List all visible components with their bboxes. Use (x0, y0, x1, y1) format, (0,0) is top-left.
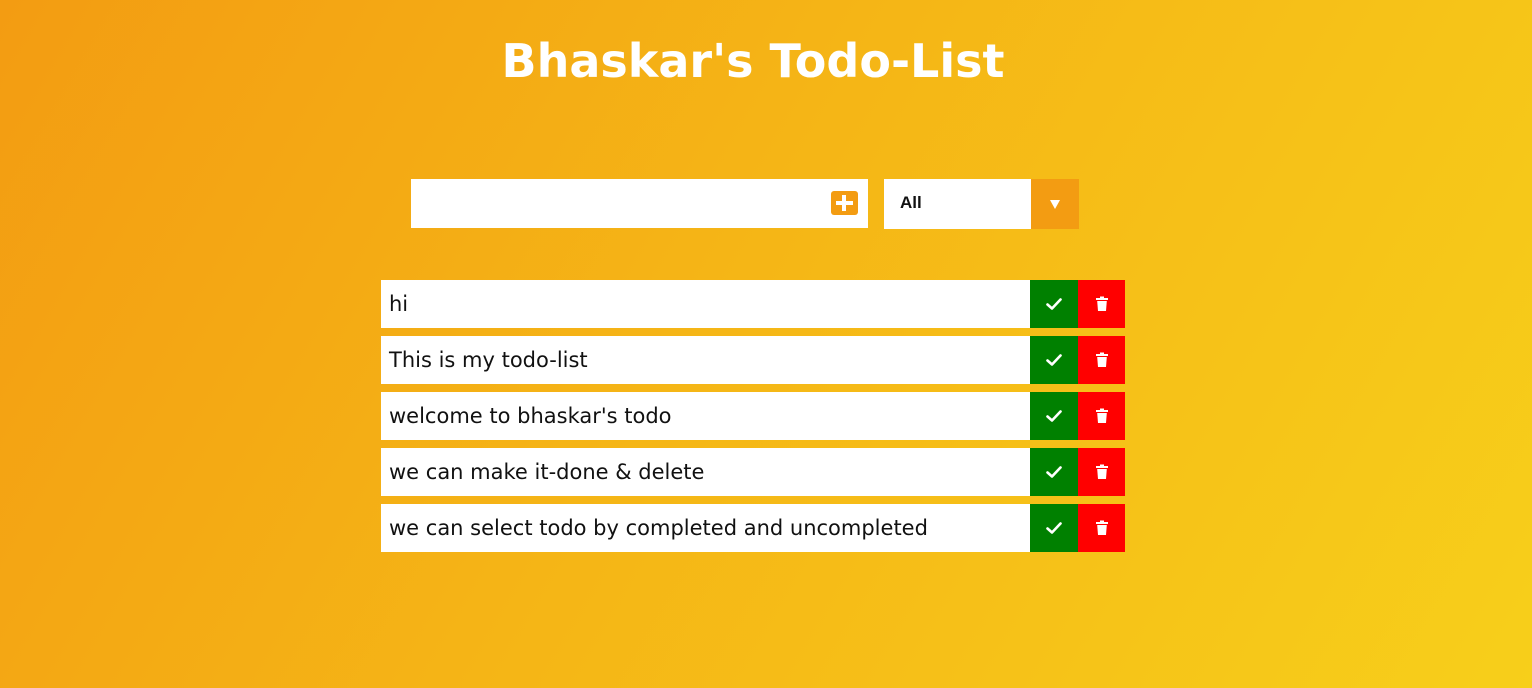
todo-item: we can select todo by completed and unco… (381, 504, 1125, 552)
check-icon (1046, 298, 1062, 310)
trash-icon (1096, 296, 1108, 311)
check-icon (1046, 410, 1062, 422)
complete-button[interactable] (1030, 504, 1078, 552)
todo-input[interactable] (421, 181, 825, 228)
filter-selected-value: All (900, 193, 922, 212)
complete-button[interactable] (1030, 336, 1078, 384)
trash-icon (1096, 352, 1108, 367)
complete-button[interactable] (1030, 448, 1078, 496)
trash-icon (1096, 408, 1108, 423)
todo-item-text: we can make it-done & delete (389, 460, 705, 484)
add-todo-button[interactable] (831, 191, 858, 215)
delete-button[interactable] (1078, 504, 1125, 552)
delete-button[interactable] (1078, 280, 1125, 328)
todo-item-text: This is my todo-list (389, 348, 588, 372)
todo-list: hi This is my todo-list welcome to bhask… (381, 280, 1125, 560)
todo-item: welcome to bhaskar's todo (381, 392, 1125, 440)
trash-icon (1096, 520, 1108, 535)
todo-item-text: welcome to bhaskar's todo (389, 404, 672, 428)
filter-select[interactable]: All (884, 179, 1079, 229)
delete-button[interactable] (1078, 336, 1125, 384)
check-icon (1046, 522, 1062, 534)
todo-item: This is my todo-list (381, 336, 1125, 384)
delete-button[interactable] (1078, 448, 1125, 496)
check-icon (1046, 466, 1062, 478)
todo-item: we can make it-done & delete (381, 448, 1125, 496)
todo-item-text: hi (389, 292, 409, 316)
todo-item-text: we can select todo by completed and unco… (389, 516, 928, 540)
todo-input-container (411, 179, 868, 228)
trash-icon (1096, 464, 1108, 479)
filter-dropdown-toggle[interactable] (1031, 179, 1079, 229)
complete-button[interactable] (1030, 280, 1078, 328)
page-title: Bhaskar's Todo-List (501, 34, 1005, 88)
delete-button[interactable] (1078, 392, 1125, 440)
caret-down-icon (1050, 200, 1060, 209)
todo-item: hi (381, 280, 1125, 328)
complete-button[interactable] (1030, 392, 1078, 440)
check-icon (1046, 354, 1062, 366)
